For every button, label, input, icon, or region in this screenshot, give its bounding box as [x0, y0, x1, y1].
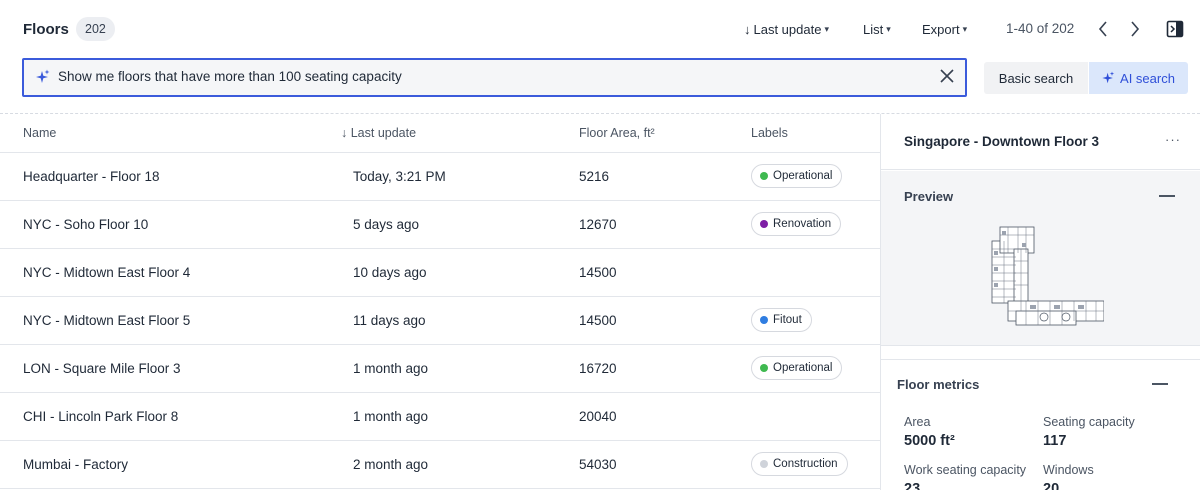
table-row[interactable]: Headquarter - Floor 18 Today, 3:21 PM 5216…: [0, 153, 880, 201]
metric-area-value: 5000 ft²: [904, 433, 955, 449]
floor-plan-thumbnail[interactable]: [986, 225, 1104, 329]
close-icon: [940, 69, 954, 83]
row-name: CHI - Lincoln Park Floor 8: [23, 409, 179, 424]
sort-label: Last update: [753, 21, 822, 37]
preview-label: Preview: [904, 189, 954, 204]
chevron-down-icon: ▾: [886, 23, 891, 34]
panel-title: Singapore - Downtown Floor 3: [904, 134, 1099, 149]
table-header: Name ↓ Last update Floor Area, ft² Label…: [0, 114, 880, 153]
prev-page-button[interactable]: [1092, 18, 1114, 40]
status-badge-label: Operational: [773, 170, 833, 182]
row-floor-area: 5216: [579, 169, 610, 184]
table-row[interactable]: NYC - Soho Floor 10 5 days ago 12670 Renova…: [0, 201, 880, 249]
table-row[interactable]: CHI - Lincoln Park Floor 8 1 month ago 200…: [0, 393, 880, 441]
chevron-right-icon: [1131, 21, 1140, 37]
table-row[interactable]: Mumbai - Factory 2 month ago 54030 Construc…: [0, 441, 880, 489]
next-page-button[interactable]: [1124, 18, 1146, 40]
row-last-update: 1 month ago: [353, 409, 429, 424]
row-floor-area: 20040: [579, 409, 617, 424]
sort-button[interactable]: ↓ Last update ▾: [744, 20, 829, 38]
row-name: NYC - Midtown East Floor 4: [23, 265, 191, 280]
metric-work-seating-label: Work seating capacity: [904, 463, 1027, 477]
metric-seating-label: Seating capacity: [1043, 415, 1135, 429]
pagination-text: 1-40 of 202: [1006, 21, 1075, 36]
sparkle-icon: [1102, 71, 1115, 84]
export-button[interactable]: Export ▾: [922, 20, 967, 38]
row-floor-area: 54030: [579, 457, 617, 472]
metric-seating-value: 117: [1043, 433, 1067, 449]
status-dot-icon: [760, 460, 768, 468]
status-badge-label: Operational: [773, 362, 833, 374]
ai-search-label: AI search: [1120, 70, 1175, 86]
table-row[interactable]: NYC - Midtown East Floor 5 11 days ago 145…: [0, 297, 880, 345]
status-badge-label: Fitout: [773, 314, 802, 326]
row-name: NYC - Soho Floor 10: [23, 217, 149, 232]
page-header: Floors 202 ↓ Last update ▾ List ▾ Export…: [0, 0, 1200, 58]
floors-table: Name ↓ Last update Floor Area, ft² Label…: [0, 114, 880, 489]
sparkle-icon: [36, 69, 50, 88]
status-badge-label: Renovation: [773, 218, 832, 230]
view-label: List: [863, 21, 884, 37]
row-last-update: 1 month ago: [353, 361, 429, 376]
chevron-left-icon: [1098, 21, 1107, 37]
ai-search-input[interactable]: Show me floors that have more than 100 s…: [22, 58, 967, 97]
column-header-labels[interactable]: Labels: [751, 126, 788, 140]
detail-panel: Singapore - Downtown Floor 3 ··· Preview: [880, 114, 1200, 490]
floor-metrics-label: Floor metrics: [897, 377, 980, 392]
basic-search-button[interactable]: Basic search: [984, 62, 1088, 94]
export-label: Export: [922, 21, 960, 37]
more-options-icon[interactable]: ···: [1165, 132, 1181, 147]
metric-windows-value: 20: [1043, 481, 1060, 490]
collapse-metrics-icon[interactable]: [1152, 383, 1168, 385]
preview-section: Preview: [881, 171, 1200, 346]
search-query-text: Show me floors that have more than 100 s…: [58, 69, 402, 84]
row-last-update: Today, 3:21 PM: [353, 169, 446, 184]
column-header-floor-area[interactable]: Floor Area, ft²: [579, 126, 655, 140]
row-last-update: 5 days ago: [353, 217, 420, 232]
chevron-down-icon: ▾: [824, 23, 829, 34]
page-title: Floors: [23, 21, 69, 38]
floor-metrics-section: Floor metrics Area 5000 ft² Seating capa…: [881, 359, 1200, 490]
status-badge: Construction: [751, 452, 848, 476]
metric-work-seating-value: 23: [904, 481, 921, 490]
status-badge: Operational: [751, 356, 843, 380]
status-badge: Renovation: [751, 212, 842, 236]
row-floor-area: 14500: [579, 265, 617, 280]
status-badge: Fitout: [751, 308, 812, 332]
row-name: NYC - Midtown East Floor 5: [23, 313, 191, 328]
row-floor-area: 12670: [579, 217, 617, 232]
status-dot-icon: [760, 172, 768, 180]
toggle-panel-button[interactable]: [1164, 18, 1186, 40]
chevron-down-icon: ▾: [962, 23, 968, 34]
row-last-update: 2 month ago: [353, 457, 429, 472]
column-header-name[interactable]: Name: [23, 126, 56, 140]
row-last-update: 11 days ago: [353, 313, 426, 328]
table-row[interactable]: LON - Square Mile Floor 3 1 month ago 1672…: [0, 345, 880, 393]
row-last-update: 10 days ago: [353, 265, 427, 280]
status-dot-icon: [760, 316, 768, 324]
row-floor-area: 16720: [579, 361, 617, 376]
ai-search-button[interactable]: AI search: [1089, 62, 1188, 94]
table-body: Headquarter - Floor 18 Today, 3:21 PM 5216…: [0, 153, 880, 489]
clear-search-button[interactable]: [939, 68, 955, 87]
collapse-preview-icon[interactable]: [1159, 195, 1175, 197]
status-dot-icon: [760, 364, 768, 372]
sort-arrow-icon: ↓: [744, 21, 751, 37]
metric-area-label: Area: [904, 415, 931, 429]
row-name: Headquarter - Floor 18: [23, 169, 160, 184]
row-name: Mumbai - Factory: [23, 457, 129, 472]
row-floor-area: 14500: [579, 313, 617, 328]
column-header-last-update[interactable]: ↓ Last update: [341, 126, 416, 140]
count-badge: 202: [76, 17, 115, 41]
table-row[interactable]: NYC - Midtown East Floor 4 10 days ago 145…: [0, 249, 880, 297]
row-name: LON - Square Mile Floor 3: [23, 361, 181, 376]
panel-header: Singapore - Downtown Floor 3 ···: [881, 114, 1200, 170]
status-badge: Operational: [751, 164, 843, 188]
metric-windows-label: Windows: [1043, 463, 1094, 477]
view-button[interactable]: List ▾: [863, 20, 891, 38]
status-badge-label: Construction: [773, 458, 838, 470]
status-dot-icon: [760, 220, 768, 228]
sidebar-panel-icon: [1166, 20, 1184, 38]
